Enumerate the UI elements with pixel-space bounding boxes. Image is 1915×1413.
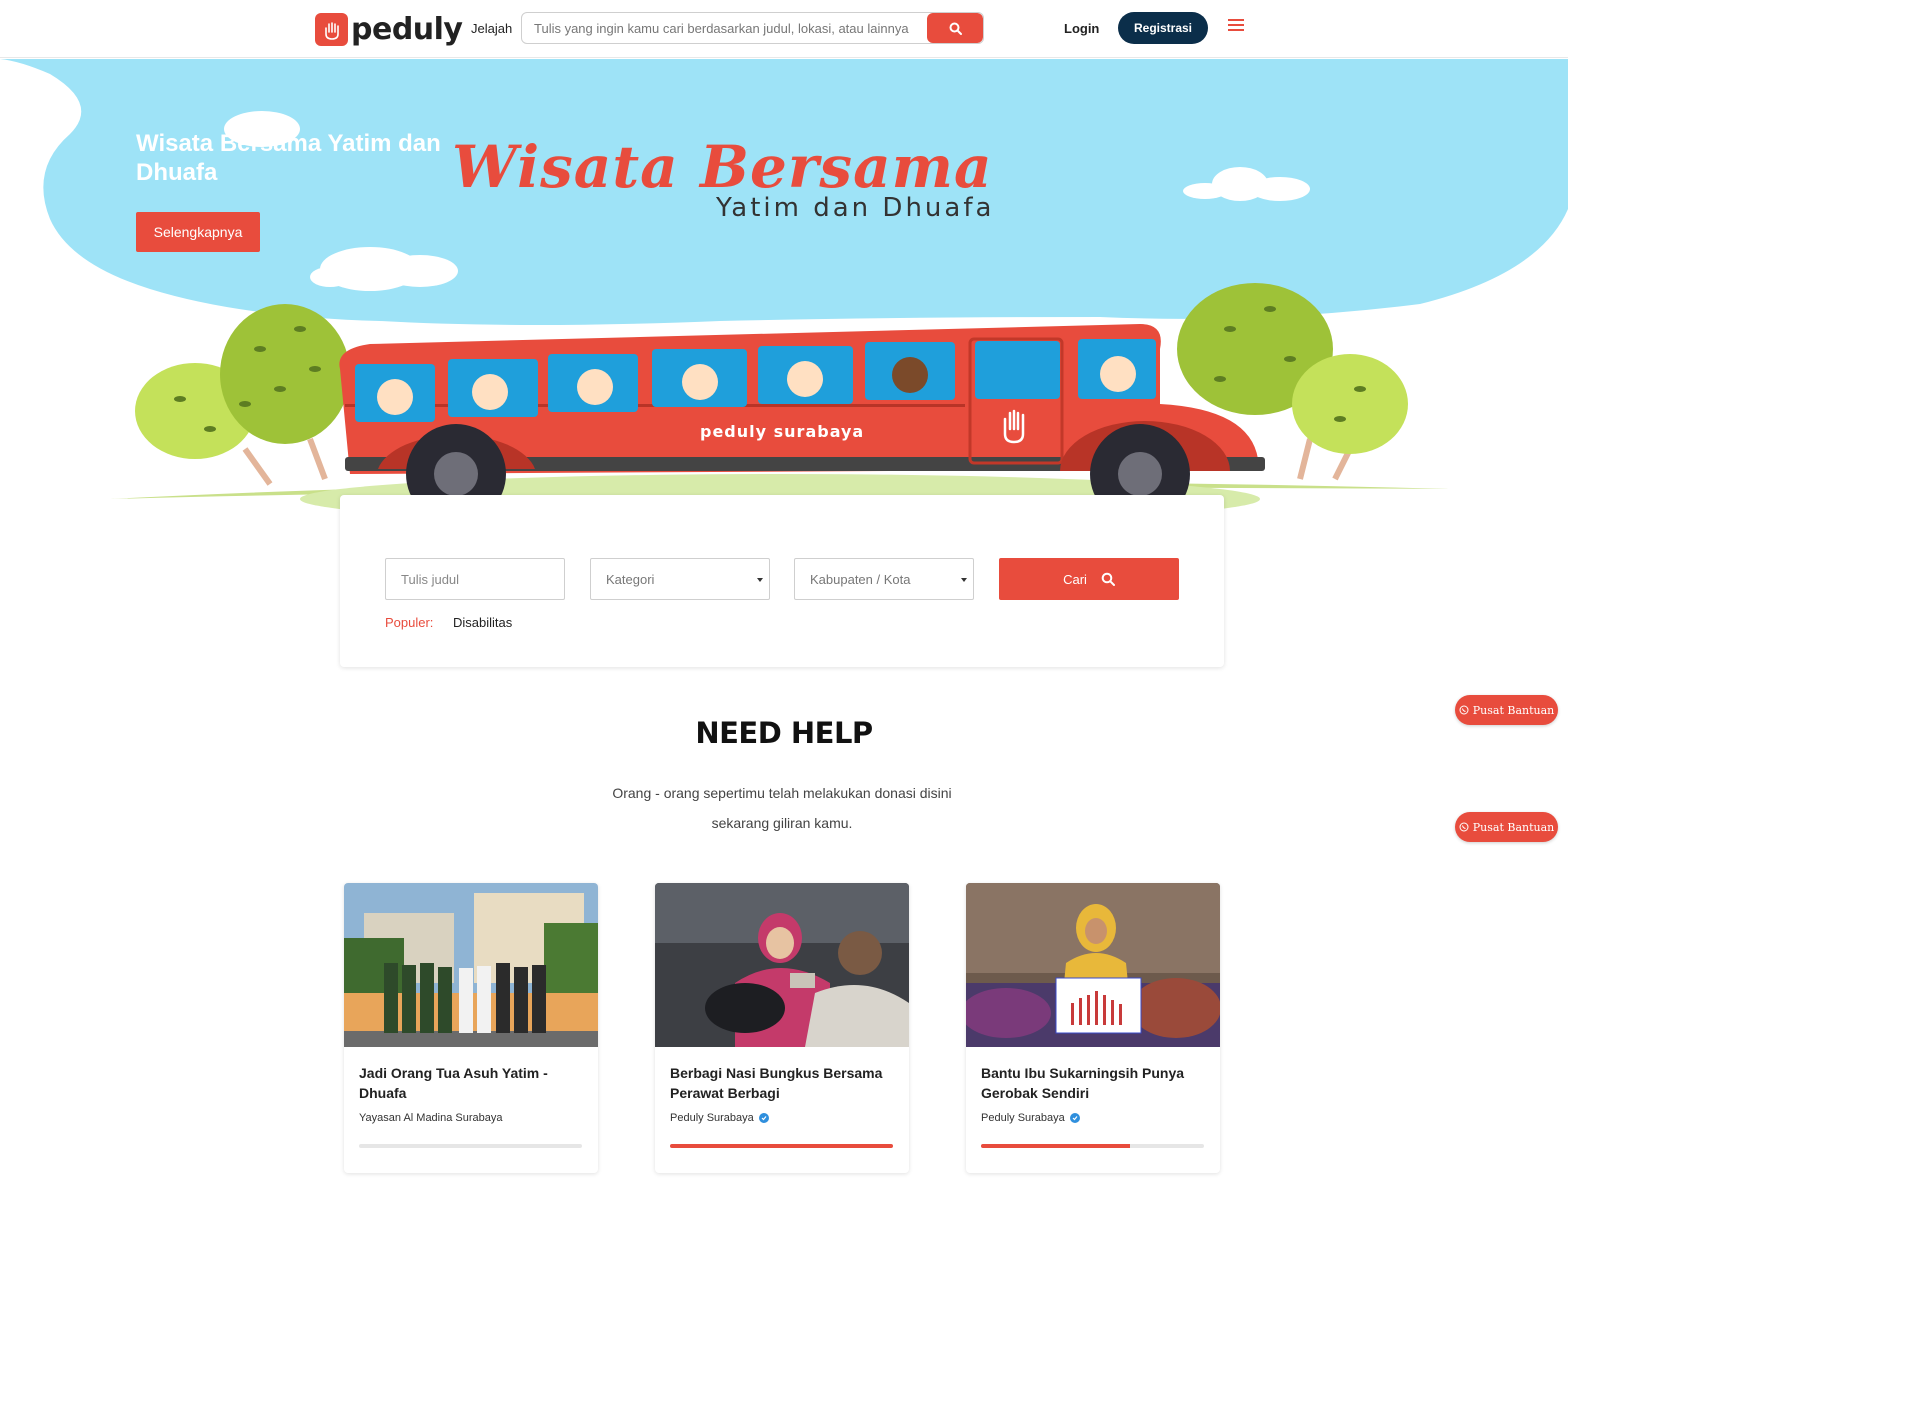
help-center-button[interactable]: Pusat Bantuan (1455, 812, 1558, 842)
title-input[interactable] (401, 571, 564, 587)
campaign-progress-bar (670, 1144, 893, 1148)
login-link[interactable]: Login (1064, 21, 1099, 36)
hero-title: Wisata Bersama Yatim dan Dhuafa (136, 130, 441, 186)
search-icon (1101, 572, 1115, 586)
help-center-label: Pusat Bantuan (1472, 703, 1555, 717)
search-button-label: Cari (1063, 571, 1087, 587)
logo-text: peduly (351, 11, 463, 47)
top-navbar: peduly Jelajah Login Registrasi (0, 0, 1568, 58)
campaign-title[interactable]: Jadi Orang Tua Asuh Yatim - Dhuafa (359, 1063, 584, 1103)
campaign-organizer: Yayasan Al Madina Surabaya (359, 1112, 503, 1124)
campaign-photo (655, 883, 909, 1047)
city-select-value: Kabupaten / Kota (810, 571, 911, 587)
campaign-card[interactable]: Bantu Ibu Sukarningsih Punya Gerobak Sen… (966, 883, 1220, 1173)
help-center-button[interactable]: Pusat Bantuan (1455, 695, 1558, 725)
category-select-value: Kategori (606, 571, 655, 587)
hero-script-subtitle: Yatim dan Dhuafa (716, 193, 995, 223)
caret-down-icon (757, 578, 763, 582)
campaign-organizer: Peduly Surabaya (981, 1112, 1080, 1124)
whatsapp-icon (1459, 822, 1469, 832)
category-select[interactable]: Kategori (590, 558, 770, 600)
campaign-card[interactable]: Jadi Orang Tua Asuh Yatim - Dhuafa Yayas… (344, 883, 598, 1173)
popular-tag-disabilitas[interactable]: Disabilitas (453, 615, 512, 630)
section-title: NEED HELP (695, 716, 873, 750)
header-search-button[interactable] (927, 13, 983, 43)
caret-down-icon (961, 578, 967, 582)
title-field (385, 558, 565, 600)
hamburger-menu-icon[interactable] (1228, 19, 1244, 33)
campaign-progress-bar (981, 1144, 1204, 1148)
section-description: Orang - orang sepertimu telah melakukan … (582, 778, 982, 838)
hero-more-button[interactable]: Selengkapnya (136, 212, 260, 252)
campaign-organizer-name: Yayasan Al Madina Surabaya (359, 1112, 503, 1124)
bus-label: peduly surabaya (700, 422, 864, 441)
register-button[interactable]: Registrasi (1118, 12, 1208, 44)
hero-script-title: Wisata Bersama (452, 133, 993, 201)
hero-banner: peduly surabaya Wisata Bersama Yatim dan… (0, 59, 1568, 529)
campaign-organizer: Peduly Surabaya (670, 1112, 769, 1124)
search-icon (949, 22, 962, 35)
header-search-input[interactable] (522, 13, 928, 43)
campaign-organizer-name: Peduly Surabaya (670, 1112, 754, 1124)
campaign-photo (966, 883, 1220, 1047)
nav-jelajah-link[interactable]: Jelajah (471, 21, 512, 36)
hand-logo-icon (315, 13, 348, 46)
section-description-line: sekarang giliran kamu. (711, 815, 853, 831)
peduly-logo[interactable]: peduly (315, 13, 463, 46)
city-select[interactable]: Kabupaten / Kota (794, 558, 974, 600)
campaign-search-card: Kategori Kabupaten / Kota Cari Populer: … (340, 495, 1224, 667)
header-search (521, 12, 984, 44)
campaign-title[interactable]: Berbagi Nasi Bungkus Bersama Perawat Ber… (670, 1063, 895, 1103)
verified-badge-icon (1069, 1113, 1080, 1123)
popular-label: Populer: (385, 615, 434, 630)
verified-badge-icon (758, 1113, 769, 1123)
help-center-label: Pusat Bantuan (1472, 820, 1555, 834)
campaign-photo (344, 883, 598, 1047)
campaign-organizer-name: Peduly Surabaya (981, 1112, 1065, 1124)
campaign-card[interactable]: Berbagi Nasi Bungkus Bersama Perawat Ber… (655, 883, 909, 1173)
campaign-progress-bar (359, 1144, 582, 1148)
search-button[interactable]: Cari (999, 558, 1179, 600)
whatsapp-icon (1459, 705, 1469, 715)
section-description-line: Orang - orang sepertimu telah melakukan … (612, 785, 952, 801)
campaign-title[interactable]: Bantu Ibu Sukarningsih Punya Gerobak Sen… (981, 1063, 1206, 1103)
